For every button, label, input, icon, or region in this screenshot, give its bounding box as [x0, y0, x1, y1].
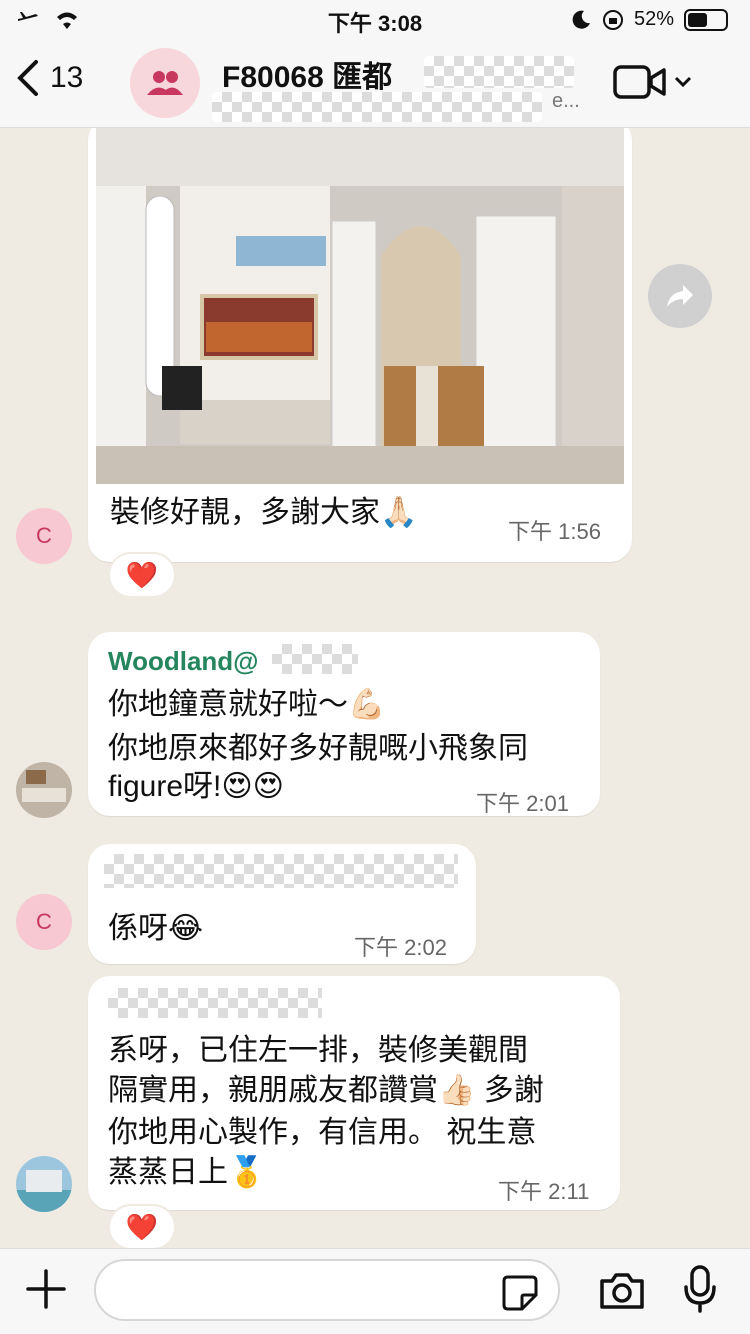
unread-count: 13 — [50, 61, 84, 94]
orientation-lock-icon — [602, 9, 623, 30]
redacted-title — [424, 56, 574, 88]
message-input[interactable] — [94, 1259, 560, 1321]
reaction-emoji: ❤️ — [125, 1211, 159, 1242]
battery-level — [688, 12, 707, 27]
microphone-button[interactable] — [682, 1265, 718, 1318]
camera-icon — [600, 1273, 644, 1309]
message-bubble[interactable]: 係呀😂 下午 2:02 — [88, 844, 476, 964]
sticker-icon — [502, 1275, 538, 1311]
back-button[interactable]: 13 — [14, 58, 83, 98]
message-time: 下午 2:11 — [498, 1179, 590, 1204]
avatar-user[interactable] — [16, 1156, 72, 1212]
input-bar — [0, 1248, 750, 1334]
battery-percent: 52% — [633, 8, 674, 30]
attach-button[interactable] — [24, 1267, 68, 1316]
microphone-icon — [684, 1265, 716, 1313]
sticker-button[interactable] — [502, 1275, 538, 1316]
message-line: 你地鐘意就好啦～💪🏻 — [108, 688, 386, 721]
message-line: 你地原來都好多好靚嘅小飛象同 — [108, 732, 528, 765]
message-bubble[interactable]: Woodland@ 你地鐘意就好啦～💪🏻 你地原來都好多好靚嘅小飛象同 figu… — [88, 632, 600, 816]
message-line: 隔實用，親朋戚友都讚賞👍🏻 多謝 — [108, 1074, 544, 1107]
message-text: 裝修好靚，多謝大家🙏🏻 — [110, 496, 418, 529]
message-time: 下午 2:01 — [476, 791, 569, 816]
redacted-sender — [104, 854, 458, 888]
moon-icon — [572, 10, 590, 29]
message-text: 係呀😂 — [108, 912, 204, 945]
chat-header: 13 F80068 匯都 e... — [0, 42, 750, 128]
group-avatar[interactable] — [130, 48, 200, 118]
plus-icon — [26, 1269, 66, 1309]
message-line: 你地用心製作，有信用。 祝生意 — [108, 1116, 537, 1149]
reaction-heart[interactable]: ❤️ — [108, 552, 176, 598]
chat-subtitle: e... — [552, 90, 580, 112]
avatar-c[interactable]: C — [16, 508, 72, 564]
reaction-emoji: ❤️ — [125, 559, 159, 590]
chat-area[interactable]: 裝修好靚，多謝大家🙏🏻 下午 1:56 C ❤️ Woodland@ 你地鐘意就… — [0, 128, 750, 1248]
sender-name[interactable]: Woodland@ — [108, 646, 259, 677]
chevron-down-icon — [674, 76, 692, 88]
chevron-left-icon — [17, 60, 38, 96]
reaction-heart[interactable]: ❤️ — [108, 1204, 176, 1248]
message-time: 下午 1:56 — [508, 519, 601, 544]
redacted-subtitle — [212, 92, 542, 122]
video-call-button[interactable] — [612, 64, 692, 100]
message-bubble-photo[interactable]: 裝修好靚，多謝大家🙏🏻 下午 1:56 — [88, 128, 632, 562]
status-right: 52% — [570, 8, 728, 31]
avatar-c[interactable]: C — [16, 894, 72, 950]
redacted-sender — [108, 988, 322, 1018]
forward-icon — [667, 285, 693, 307]
room-photo[interactable] — [96, 128, 624, 484]
message-line: figure呀!😍😍 — [108, 770, 284, 803]
battery-icon — [684, 8, 728, 31]
redacted-sender — [272, 644, 358, 674]
camera-button[interactable] — [598, 1271, 646, 1316]
chat-title[interactable]: F80068 匯都 — [222, 52, 392, 96]
avatar-woodland[interactable] — [16, 762, 72, 818]
message-bubble[interactable]: 系呀，已住左一排，裝修美觀間 隔實用，親朋戚友都讚賞👍🏻 多謝 你地用心製作，有… — [88, 976, 620, 1210]
message-line: 系呀，已住左一排，裝修美觀間 — [108, 1034, 528, 1067]
avatar-letter: C — [36, 523, 52, 548]
status-bar: 下午 3:08 52% — [0, 0, 750, 42]
video-call-icon — [613, 65, 666, 99]
message-time: 下午 2:02 — [354, 935, 447, 960]
message-line: 蒸蒸日上🥇 — [108, 1156, 266, 1189]
group-icon — [147, 71, 183, 95]
avatar-letter: C — [36, 909, 52, 934]
forward-button[interactable] — [648, 264, 712, 328]
